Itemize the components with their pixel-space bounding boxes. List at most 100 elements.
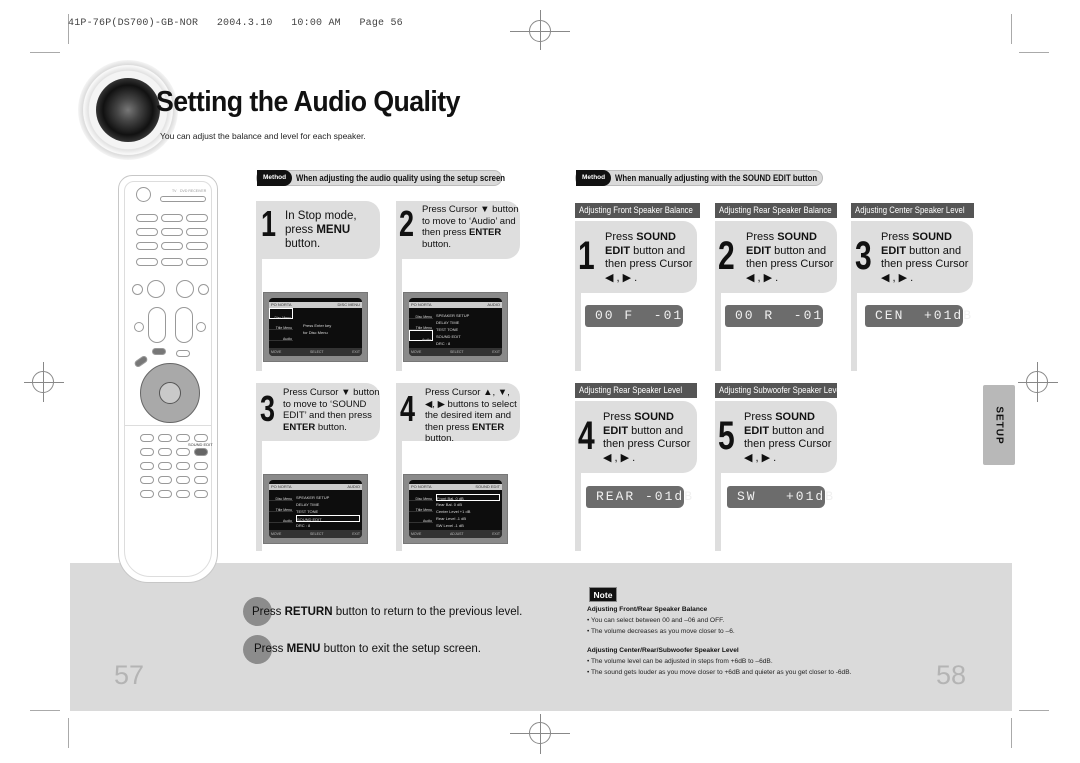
key-1 (140, 434, 154, 442)
tuner-button (161, 228, 183, 236)
crop-mark (1011, 718, 1012, 748)
step-instruction: Press SOUND EDIT button and then press Cur… (881, 231, 969, 284)
crop-mark (68, 718, 69, 748)
key-9 (176, 462, 190, 470)
screen-menu-item: Audio (409, 330, 433, 342)
info-button (176, 350, 190, 357)
screen-line-highlighted: SOUND EDIT (296, 515, 360, 522)
lcd-display-subwoofer-level: SW +01dB (727, 486, 833, 508)
crop-mark (1019, 710, 1049, 711)
crop-mark (30, 52, 60, 53)
step-connector (715, 293, 721, 371)
note-item: • You can select between 00 and –06 and … (587, 617, 725, 624)
registration-mark-line (1037, 362, 1038, 402)
subtitle-button (186, 242, 208, 250)
step-connector (851, 293, 857, 371)
lcd-display-front-balance: 00 F -01 (585, 305, 683, 327)
screen-line: Press Enter key (303, 323, 332, 328)
screen-line: SOUND EDIT (436, 334, 461, 339)
step-connector (396, 259, 402, 371)
note-badge: Note (589, 587, 617, 602)
section-header-rear-balance: Adjusting Rear Speaker Balance (715, 203, 837, 218)
speaker-cone-icon (96, 78, 160, 142)
screen-menu-item: Audio (269, 512, 293, 523)
screen-line: Rear Bal. 0 dB (436, 502, 463, 507)
instruction-menu: Press MENU button to exit the setup scre… (254, 643, 481, 655)
step-connector (396, 441, 402, 551)
screen-line: Rear Level -1 dB (436, 516, 467, 521)
step-connector (256, 441, 262, 551)
logo-button (140, 490, 154, 498)
tuning-ch-rocker (175, 307, 193, 343)
sleep-button (140, 476, 154, 484)
screen-menu-item: Audio (269, 330, 293, 341)
setup-screen-audio-sound-edit: PO NORTA AUDIO Disc Menu Title Menu Audio… (263, 474, 368, 544)
note-item: • The volume level can be adjusted in st… (587, 658, 773, 665)
screen-menu-item: Disc Menu (269, 490, 293, 501)
skip-back-button (132, 284, 143, 295)
step-instruction: Press Cursor ▼ button to move to ‘SOUND … (283, 387, 380, 433)
screen-line: for Disc Menu (303, 330, 328, 335)
screen-menu-item: Disc Menu (409, 490, 433, 501)
screen-line: SPEAKER SETUP (296, 495, 330, 500)
section-header-subwoofer-level: Adjusting Subwoofer Speaker Level (715, 383, 837, 398)
setup-screen-disc-menu: PO NORTA DISC MENU Disc Menu Title Menu A… (263, 292, 368, 362)
enter-button (159, 382, 181, 404)
screen-line: TEST TONE (436, 327, 459, 332)
setup-screen-sound-edit: PO NORTA SOUND EDIT Disc Menu Title Menu … (403, 474, 508, 544)
key-4 (140, 448, 154, 456)
registration-mark-line (540, 714, 541, 754)
screen-menu-item: Title Menu (409, 319, 433, 330)
mode-selector-button (160, 196, 206, 202)
step-number: 3 (855, 234, 872, 278)
lcd-display-center-level: CEN +01dB (865, 305, 971, 327)
screen-line-highlighted: Front Bal. 0 dB (436, 494, 500, 501)
repeat-button (186, 258, 208, 266)
key-3 (176, 434, 190, 442)
key-8 (158, 462, 172, 470)
section-header-rear-level: Adjusting Rear Speaker Level (575, 383, 697, 398)
step-instruction: Press SOUND EDIT button and then press Cur… (605, 231, 693, 284)
method2-banner: Method 2 When manually adjusting with th… (575, 170, 823, 197)
key-5 (158, 448, 172, 456)
screen-line: SW Level -1 dB (436, 523, 464, 528)
screen-line: Center Level +1 dB (436, 509, 471, 514)
instruction-return: Press RETURN button to return to the pre… (252, 606, 523, 618)
skip-forward-button (198, 284, 209, 295)
method2-tag: Method 2 (576, 170, 612, 197)
step-instruction: In Stop mode, press MENU button. (285, 210, 357, 250)
screen-menu-item: Disc Menu (409, 308, 433, 319)
section-header-center-level: Adjusting Center Speaker Level (851, 203, 974, 218)
tv-video-button (161, 214, 183, 222)
step-connector (715, 473, 721, 551)
step-number: 1 (578, 234, 595, 278)
screen-line: DRC : 8 (436, 341, 451, 346)
remote-label: DVD RECEIVER (180, 189, 207, 193)
step-instruction: Press SOUND EDIT button and then press Cur… (746, 231, 834, 284)
remote-label: TV (172, 189, 177, 193)
pl2-effect-button (196, 322, 206, 332)
step-button (136, 258, 158, 266)
page-number-right: 58 (936, 660, 967, 690)
pl2-mode-button (134, 322, 144, 332)
step-connector (256, 259, 262, 371)
method2-description: When manually adjusting with the SOUND E… (615, 172, 818, 184)
key-6 (176, 448, 190, 456)
mode-button (186, 214, 208, 222)
step-number: 2 (718, 234, 735, 278)
sound-edit-label: SOUND EDIT (188, 442, 213, 447)
note-item: • The volume decreases as you move close… (587, 628, 735, 635)
slow-button (161, 242, 183, 250)
method1-tag: Method 1 (257, 170, 293, 197)
key-7 (140, 462, 154, 470)
crop-mark (30, 710, 60, 711)
remote-key (194, 490, 208, 498)
bonus-button (176, 490, 190, 498)
step-instruction: Press Cursor ▼ button to move to ‘Audio’… (422, 204, 519, 250)
step-instruction: Press Cursor ▲, ▼, ◀, ▶ buttons to selec… (425, 387, 517, 444)
screen-line: TEST TONE (296, 509, 319, 514)
remain-button (194, 476, 208, 484)
ez-view-button (136, 242, 158, 250)
step-connector (575, 473, 581, 551)
step-instruction: Press SOUND EDIT button and then press Cur… (603, 411, 691, 464)
